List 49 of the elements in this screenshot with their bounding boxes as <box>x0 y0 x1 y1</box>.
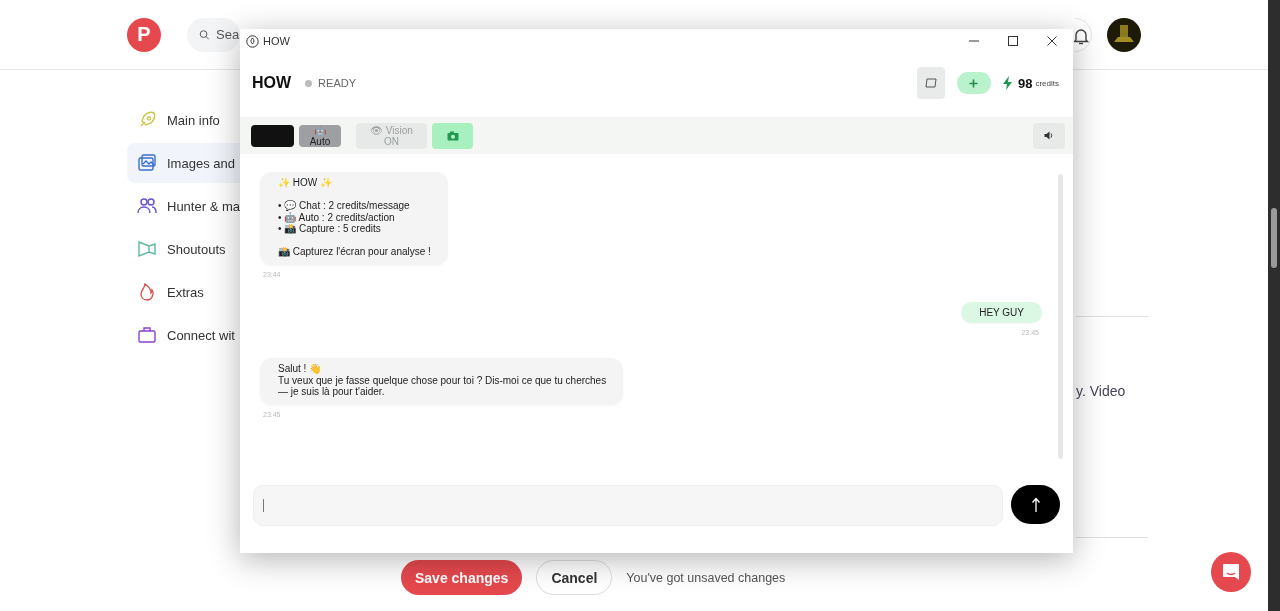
chat-launcher-button[interactable] <box>1211 552 1251 592</box>
message-bubble: Salut ! 👋 Tu veux que je fasse quelque chose pour toi ? Dis-moi ce que tu cherches — je suis là pour t'aider. <box>260 358 624 405</box>
credits-amount: 98 <box>1017 75 1033 91</box>
sound-button[interactable] <box>1033 122 1065 149</box>
logo[interactable]: P <box>127 17 161 52</box>
megaphone-icon <box>137 239 157 259</box>
message-bubble: HEY GUY <box>961 301 1042 323</box>
scrollbar[interactable] <box>1268 0 1280 611</box>
send-button[interactable] <box>1011 485 1060 524</box>
scrollbar[interactable] <box>1058 174 1063 459</box>
cancel-button[interactable]: Cancel <box>536 560 613 595</box>
status-label: READY <box>318 77 356 89</box>
sidebar-item[interactable]: Shoutouts <box>127 229 240 269</box>
camera-icon <box>446 130 459 141</box>
arrow-up-icon <box>1030 496 1041 513</box>
screen-button[interactable] <box>916 67 945 99</box>
maximize-icon[interactable] <box>1007 35 1019 47</box>
users-icon <box>137 196 157 216</box>
message-input[interactable] <box>253 485 1003 526</box>
sidebar-item[interactable]: Images and <box>127 143 240 183</box>
credits-label: credits <box>1035 78 1059 88</box>
avatar[interactable] <box>1107 17 1141 52</box>
speaker-icon <box>1044 131 1054 140</box>
sidebar-item[interactable]: Extras <box>127 272 240 312</box>
bolt-icon <box>1002 76 1012 90</box>
unsaved-status: You've got unsaved changes <box>626 570 786 585</box>
plus-icon <box>969 78 979 88</box>
chat-icon <box>1221 562 1241 582</box>
chat-heading: HOW <box>252 74 292 92</box>
sidebar-item[interactable]: Main info <box>127 100 240 140</box>
auto-mode-button[interactable]: 🤖 Auto <box>299 124 341 147</box>
window-icon <box>924 78 937 88</box>
save-button[interactable]: Save changes <box>401 560 523 595</box>
sidebar-item[interactable]: Connect wit <box>127 315 240 355</box>
image-icon <box>137 153 157 173</box>
status-dot <box>305 79 313 87</box>
app-icon <box>246 34 259 48</box>
window-title: HOW <box>263 35 290 47</box>
notifications-icon[interactable] <box>1074 17 1094 52</box>
search-field[interactable]: Sea <box>187 17 240 52</box>
flame-icon <box>137 282 157 302</box>
close-icon[interactable] <box>1046 35 1058 47</box>
capture-button[interactable] <box>432 122 473 149</box>
message-bubble: ✨ HOW ✨ • 💬 Chat : 2 credits/message • 🤖 Auto : 2 credits/action • 📸 Capture : 5 credits 📸 Capturez l'écran pour analyse ! <box>260 172 448 265</box>
briefcase-icon <box>137 325 157 345</box>
color-button[interactable] <box>251 124 294 147</box>
description-text: y. Video <box>1076 383 1127 399</box>
search-input[interactable]: Sea <box>216 27 240 42</box>
sidebar-item[interactable]: Hunter & ma <box>127 186 240 226</box>
